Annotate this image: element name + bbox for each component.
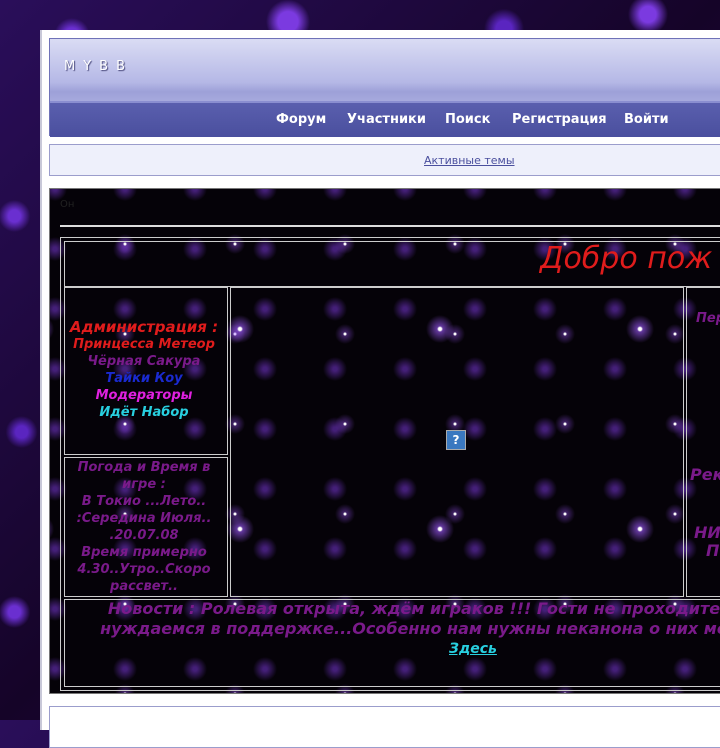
weather-line: .20.07.08 [109, 528, 179, 543]
nav-login[interactable]: Войти [624, 112, 669, 127]
weather-line: 4.30..Утро..Скоро [77, 562, 211, 577]
moderators-label: Модераторы [95, 388, 193, 403]
active-topics-link[interactable]: Активные темы [424, 154, 515, 167]
next-section-box [49, 706, 720, 748]
banner-divider [60, 225, 720, 227]
admin-title: Администрация : [69, 318, 219, 336]
banner-small-text: Он [60, 199, 75, 210]
right-text-per: Пер [696, 311, 720, 326]
nav-search[interactable]: Поиск [445, 112, 490, 127]
weather-line: рассвет.. [110, 579, 178, 594]
question-icon: ? [446, 430, 466, 450]
right-text-ni: НИ [694, 523, 720, 542]
page-container: MYBB Форум Участники Поиск Регистрация В… [40, 30, 720, 748]
site-logo[interactable]: MYBB [64, 59, 133, 74]
sub-navigation: Активные темы [49, 144, 720, 176]
news-block: Новости : Ролевая открыта, ждём играков … [64, 599, 720, 639]
weather-line: игре : [122, 477, 166, 492]
admin-block: Администрация : Принцесса Метеор Чёрная … [64, 319, 224, 421]
main-nav: Форум Участники Поиск Регистрация Войти [50, 101, 720, 137]
nav-register[interactable]: Регистрация [512, 112, 607, 127]
right-text-rek: Рек [690, 465, 720, 484]
nav-users[interactable]: Участники [347, 112, 426, 127]
news-line: нуждаемся в поддержке...Особенно нам нуж… [100, 619, 720, 638]
weather-line: Погода и Время в [77, 460, 211, 475]
forum-header: MYBB Форум Участники Поиск Регистрация В… [49, 38, 720, 137]
welcome-banner: Он Добро пож Администрация : Принцесса М… [49, 188, 720, 694]
admin-line[interactable]: Чёрная Сакура [64, 353, 224, 370]
weather-line: Время примерно [81, 545, 207, 560]
weather-line: В Токио ...Лето.. [81, 494, 207, 509]
admin-line[interactable]: Тайки Коу [64, 370, 224, 387]
news-line: Новости : Ролевая открыта, ждём играков … [107, 599, 720, 618]
weather-line: :Середина Июля.. [76, 511, 212, 526]
admin-line[interactable]: Принцесса Метеор [64, 336, 224, 353]
news-here-link[interactable]: Здесь [449, 641, 497, 657]
recruiting-label: Идёт Набор [99, 405, 189, 420]
welcome-title: Добро пож [540, 241, 713, 276]
right-text-p: П [706, 541, 720, 560]
nav-forum[interactable]: Форум [276, 112, 326, 127]
weather-block: Погода и Время в игре : В Токио ...Лето.… [64, 459, 224, 595]
